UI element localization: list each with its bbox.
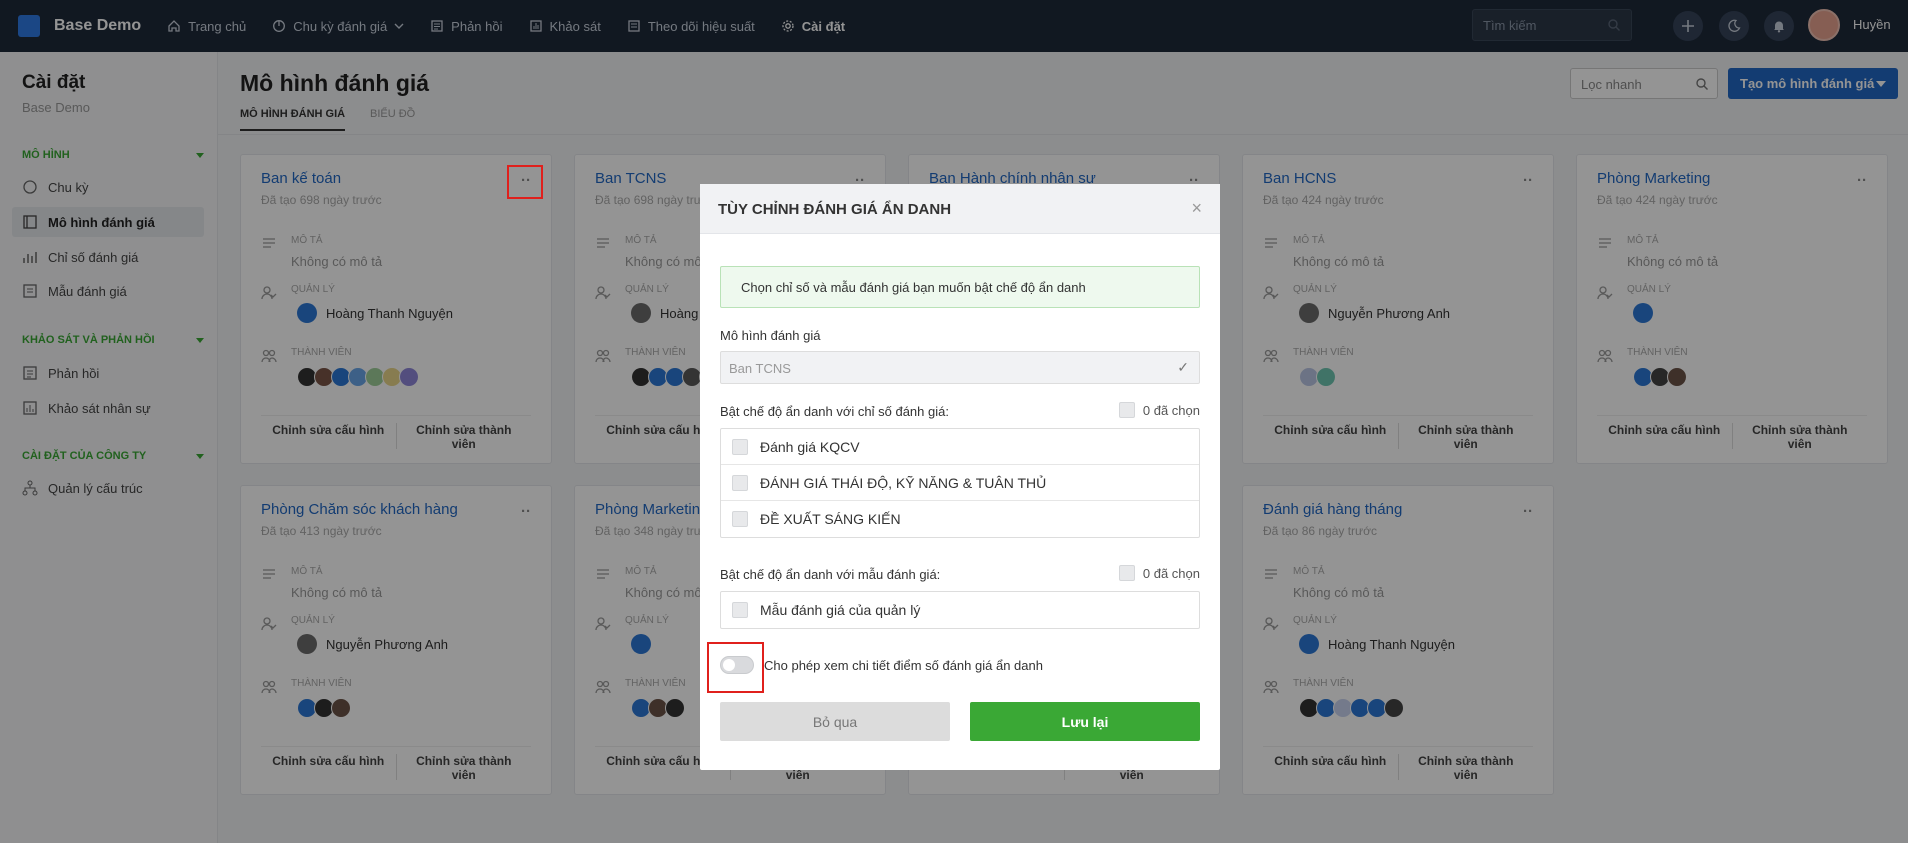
metric-checkbox[interactable] <box>732 438 748 455</box>
metric-row[interactable]: ĐỀ XUẤT SÁNG KIẾN <box>721 501 1199 537</box>
anonymous-review-modal: TÙY CHỈNH ĐÁNH GIÁ ẨN DANH × Chọn chỉ số… <box>700 184 1220 770</box>
metrics-label: Bật chế độ ẩn danh với chỉ số đánh giá: <box>720 404 949 419</box>
metric-checkbox[interactable] <box>732 474 748 491</box>
select-all-checkbox[interactable] <box>1118 402 1135 418</box>
highlight-box <box>507 165 543 199</box>
modal-header: TÙY CHỈNH ĐÁNH GIÁ ẨN DANH × <box>700 184 1220 234</box>
templates-label: Bật chế độ ẩn danh với mẫu đánh giá: <box>720 567 941 582</box>
template-row[interactable]: Mẫu đánh giá của quản lý <box>721 592 1199 628</box>
metric-row[interactable]: ĐÁNH GIÁ THÁI ĐỘ, KỸ NĂNG & TUÂN THỦ <box>721 465 1199 501</box>
metric-checkbox[interactable] <box>732 511 748 527</box>
close-icon[interactable]: × <box>1191 198 1202 219</box>
select-all-checkbox[interactable] <box>1118 565 1135 581</box>
metrics-list: Đánh giá KQCV ĐÁNH GIÁ THÁI ĐỘ, KỸ NĂNG … <box>720 428 1200 538</box>
metric-row[interactable]: Đánh giá KQCV <box>721 429 1199 465</box>
model-label: Mô hình đánh giá <box>720 328 821 343</box>
model-select: Ban TCNS ✓ <box>720 351 1200 384</box>
cancel-button[interactable]: Bỏ qua <box>720 702 950 741</box>
template-checkbox[interactable] <box>732 602 748 618</box>
highlight-box <box>707 642 764 693</box>
save-button[interactable]: Lưu lại <box>970 702 1200 741</box>
check-icon: ✓ <box>1177 359 1189 375</box>
toggle-label: Cho phép xem chi tiết điểm số đánh giá ẩ… <box>764 658 1043 673</box>
templates-select-all[interactable]: 0 đã chọn <box>1118 565 1200 581</box>
metrics-select-all[interactable]: 0 đã chọn <box>1118 402 1200 418</box>
info-note: Chọn chỉ số và mẫu đánh giá bạn muốn bật… <box>720 266 1200 308</box>
templates-list: Mẫu đánh giá của quản lý <box>720 591 1200 629</box>
modal-title: TÙY CHỈNH ĐÁNH GIÁ ẨN DANH <box>718 201 952 218</box>
